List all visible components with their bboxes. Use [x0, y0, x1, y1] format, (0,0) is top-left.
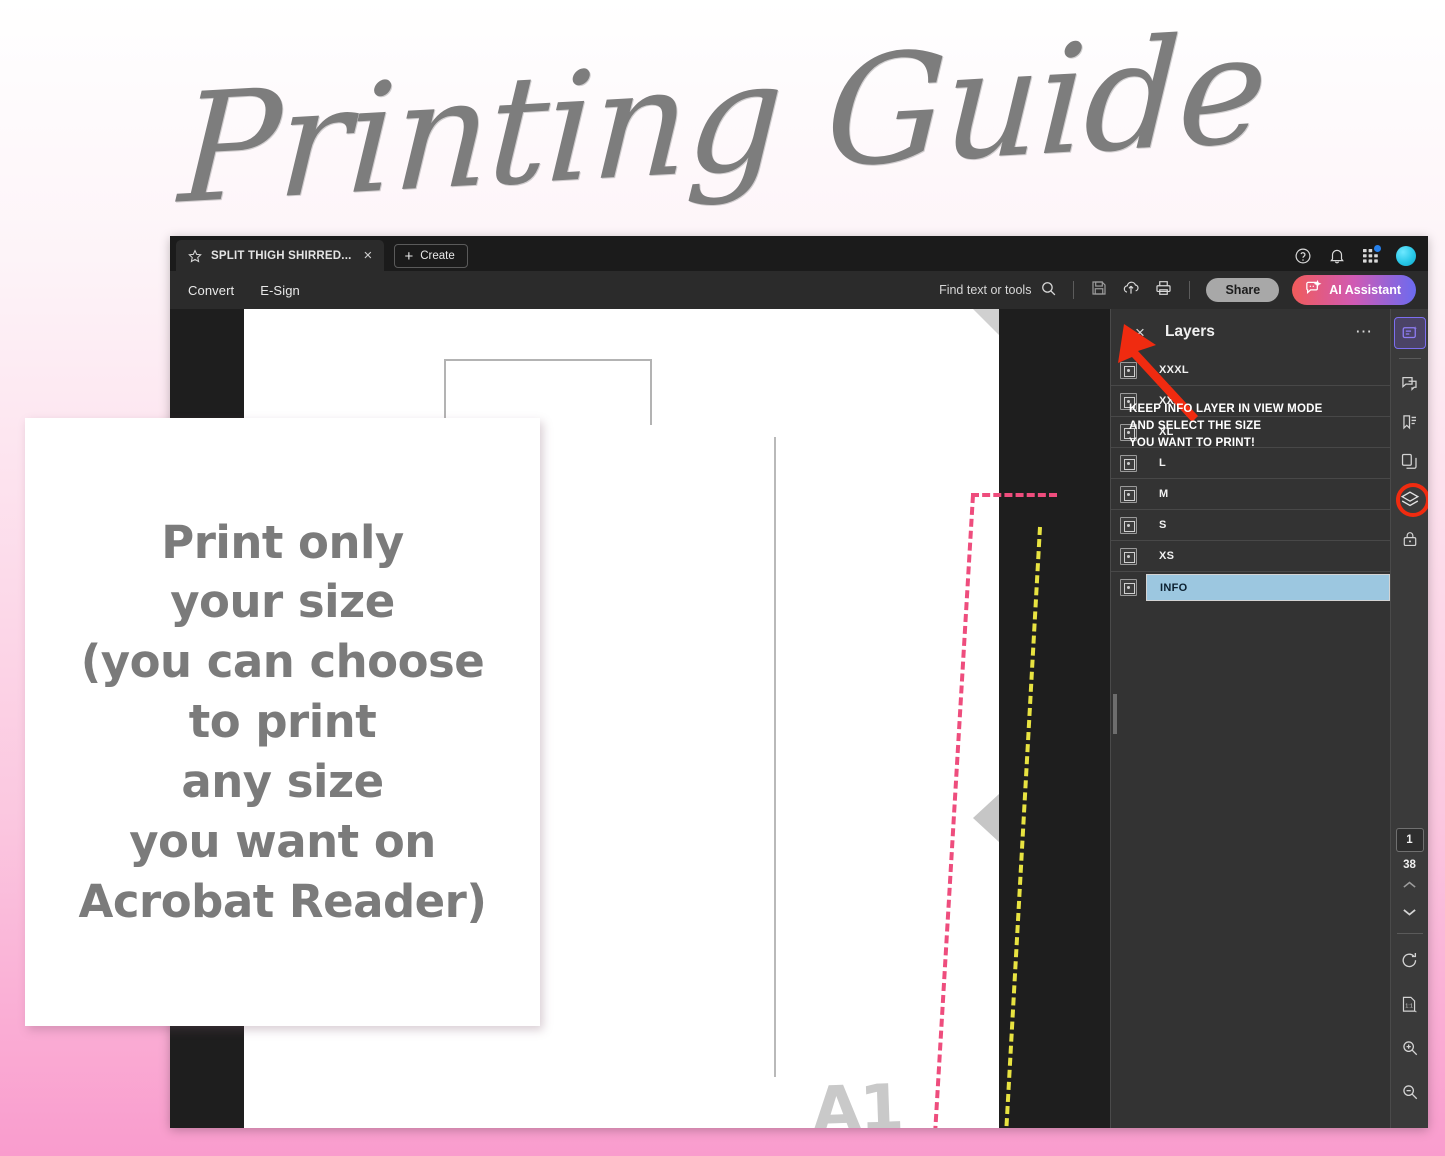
protect-icon[interactable]	[1394, 523, 1426, 555]
fit-page-icon[interactable]: 1:1	[1394, 988, 1426, 1020]
upload-cloud-icon[interactable]	[1121, 279, 1141, 302]
menu-convert[interactable]: Convert	[188, 283, 234, 298]
find-input[interactable]: Find text or tools	[939, 280, 1057, 300]
page-corner-fold	[973, 309, 999, 335]
pattern-yellow-dash-line	[1004, 526, 1042, 1127]
page-down-icon[interactable]	[1402, 906, 1417, 919]
create-button-label: Create	[420, 250, 455, 262]
notification-dot	[1374, 245, 1381, 252]
save-icon[interactable]	[1090, 279, 1108, 302]
pattern-pink-dash-top	[971, 493, 1057, 497]
plus-icon: +	[404, 247, 414, 265]
layer-row-selected[interactable]: INFO	[1111, 572, 1390, 603]
layer-visibility-icon[interactable]	[1120, 516, 1137, 534]
pattern-pink-dash-line	[933, 494, 975, 1128]
callout-line: Acrobat Reader)	[78, 874, 487, 928]
rotate-icon[interactable]	[1394, 944, 1426, 976]
banner: Printing Guide	[0, 0, 1445, 240]
svg-text:1:1: 1:1	[1405, 1003, 1413, 1009]
toolbar-actions: Find text or tools Share AI Assistant	[939, 275, 1416, 305]
layer-row[interactable]: XS	[1111, 541, 1390, 572]
ai-assistant-panel-icon[interactable]	[1393, 317, 1426, 349]
ai-assistant-label: AI Assistant	[1329, 283, 1401, 297]
close-icon[interactable]: ×	[361, 248, 376, 263]
rail-divider	[1398, 358, 1421, 359]
create-button[interactable]: + Create	[394, 244, 468, 268]
page-size-label: A1	[810, 1071, 904, 1128]
pattern-vertical-rule	[774, 437, 776, 1077]
layer-row[interactable]: L	[1111, 448, 1390, 479]
layer-row[interactable]: M	[1111, 479, 1390, 510]
ai-assistant-button[interactable]: AI Assistant	[1292, 275, 1416, 305]
page-total-label: 38	[1403, 859, 1416, 871]
layers-icon[interactable]	[1394, 483, 1428, 517]
zoom-out-icon[interactable]	[1394, 1076, 1426, 1108]
callout-line: any size	[181, 754, 384, 808]
layer-name: INFO	[1160, 581, 1188, 594]
callout-line: to print	[188, 695, 377, 749]
find-label: Find text or tools	[939, 283, 1032, 297]
tab-bar: SPLIT THIGH SHIRRED... × + Create	[170, 236, 1428, 271]
apps-grid-icon[interactable]	[1362, 245, 1381, 265]
divider	[1073, 281, 1075, 299]
tab-label: SPLIT THIGH SHIRRED...	[211, 249, 352, 262]
annotation-text: KEEP INFO LAYER IN VIEW MODE AND SELECT …	[1129, 401, 1322, 452]
page-title: Printing Guide	[175, 2, 1270, 238]
layer-selected-highlight: INFO	[1146, 574, 1390, 601]
instruction-callout-card: Print only your size (you can choose to …	[25, 418, 540, 1026]
rail-divider-bottom	[1396, 933, 1423, 934]
help-icon[interactable]	[1294, 247, 1312, 265]
annotation-line: KEEP INFO LAYER IN VIEW MODE	[1129, 403, 1323, 415]
layers-panel: × Layers ⋯ XXXL XXL XL L M S XS INFO KEE…	[1110, 309, 1390, 1128]
layer-name: XS	[1159, 550, 1175, 562]
layers-icon-highlight	[1395, 483, 1428, 517]
toolbar: Convert E-Sign Find text or tools Share …	[170, 271, 1428, 309]
layer-visibility-icon[interactable]	[1120, 454, 1137, 472]
scrollbar-thumb[interactable]	[1113, 694, 1117, 734]
right-rail: 1 38 1:1	[1390, 309, 1428, 1128]
search-icon[interactable]	[1040, 280, 1057, 300]
page-number-input[interactable]: 1	[1395, 828, 1424, 852]
ai-sparkle-icon	[1304, 279, 1322, 300]
print-icon[interactable]	[1154, 279, 1173, 302]
star-icon[interactable]	[188, 248, 202, 263]
layer-name: L	[1159, 457, 1167, 469]
pattern-frame-rect	[444, 359, 652, 425]
layer-name: S	[1159, 519, 1167, 531]
bookmark-icon[interactable]	[1394, 406, 1426, 438]
layer-visibility-icon[interactable]	[1120, 547, 1137, 565]
pages-icon[interactable]	[1394, 445, 1426, 477]
document-tab[interactable]: SPLIT THIGH SHIRRED... ×	[176, 240, 385, 271]
page-up-icon[interactable]	[1402, 879, 1417, 892]
page-side-marker	[973, 794, 999, 842]
annotation-line: AND SELECT THE SIZE	[1129, 420, 1262, 433]
annotation-line: YOU WANT TO PRINT!	[1129, 437, 1256, 450]
comment-icon[interactable]	[1394, 367, 1426, 399]
avatar[interactable]	[1396, 246, 1416, 266]
layer-name: M	[1159, 488, 1169, 500]
titlebar-actions	[1294, 245, 1428, 271]
toolbar-menu: Convert E-Sign	[188, 283, 300, 298]
layer-visibility-icon[interactable]	[1120, 579, 1137, 596]
divider-2	[1189, 281, 1191, 299]
callout-line: your size	[170, 575, 395, 629]
callout-line: Print only	[161, 515, 404, 569]
layer-visibility-icon[interactable]	[1120, 485, 1137, 503]
share-button[interactable]: Share	[1206, 278, 1280, 302]
layer-row[interactable]: S	[1111, 510, 1390, 541]
callout-line: you want on	[129, 814, 436, 868]
callout-line: (you can choose	[80, 635, 485, 689]
bell-icon[interactable]	[1328, 247, 1346, 265]
zoom-in-icon[interactable]	[1394, 1032, 1426, 1064]
menu-esign[interactable]: E-Sign	[260, 283, 300, 298]
overflow-menu-icon[interactable]: ⋯	[1355, 323, 1374, 340]
